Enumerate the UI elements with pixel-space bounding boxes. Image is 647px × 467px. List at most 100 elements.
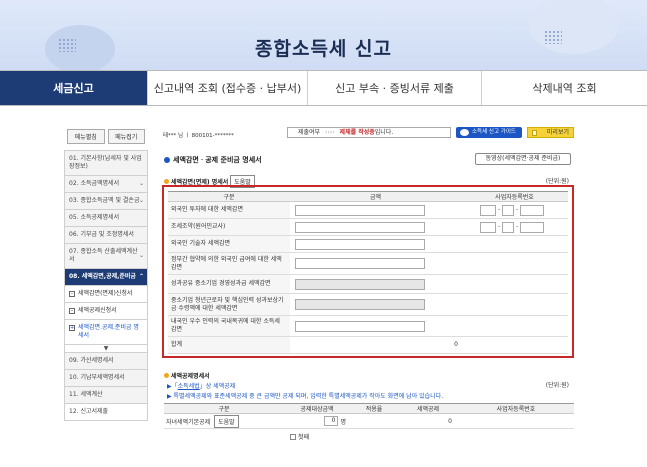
sidebar: 메뉴펼침 메뉴접기 01. 기본사항(납세자 및 사업장정보) 02. 소득금액… xyxy=(64,127,148,421)
info-bar: 테*** 님 ㅣ 800101-******* 제출여부 ›››› 제체를 작성… xyxy=(161,127,581,139)
sidebar-item-tax-reduction[interactable]: 08. 세액감면,공제,준비금 ⌃ xyxy=(64,269,148,286)
amount-input[interactable] xyxy=(295,204,425,216)
row-label: 성과공유 중소기업 경영성과급 세액감면 xyxy=(168,274,290,294)
business-number-input[interactable] xyxy=(502,221,515,233)
sidebar-item-label: 08. 세액감면,공제,준비금 xyxy=(69,273,136,280)
sidebar-item-deduction-statement[interactable]: 05. 소득공제명세서 xyxy=(64,210,148,227)
table-row: 외국인 기술자 세액감면 xyxy=(168,235,568,253)
checkbox-icon[interactable] xyxy=(290,434,296,440)
note-suffix: 」상 세액공제 xyxy=(199,383,236,390)
sidebar-item-income-statement[interactable]: 02. 소득금액명세서 ⌄ xyxy=(64,176,148,193)
note-prefix: ▶「 xyxy=(167,383,178,390)
row-label: 정부간 협약에 의한 외국인 급여에 대한 세액감면 xyxy=(168,252,290,275)
table-row: 조세조약(원어민교사) - - xyxy=(168,218,568,236)
credit-section-title-text: 세액공제명세서 xyxy=(171,373,210,380)
tab-document-submit[interactable]: 신고 부속 · 증빙서류 제출 xyxy=(308,71,482,105)
status-tail: 입니다. xyxy=(374,129,394,136)
tax-law-link[interactable]: 소득세법 xyxy=(178,383,200,390)
amount-input[interactable] xyxy=(295,221,425,233)
guide-video-label: 소득세 신고 가이드 xyxy=(472,129,516,135)
sidebar-item-label: 03. 종합소득금액 및 결손금 xyxy=(69,197,140,204)
tab-filing-history[interactable]: 신고내역 조회 (접수증 · 납부서) xyxy=(148,71,308,105)
scroll-down-arrow-icon[interactable]: ▼ xyxy=(64,345,148,352)
amount-input[interactable] xyxy=(295,238,425,250)
sidebar-item-label: 11. 세액계산 xyxy=(69,391,103,398)
plus-icon: + xyxy=(69,325,75,331)
tab-deleted-history[interactable]: 삭제내역 조회 xyxy=(482,71,647,105)
column-header: 적용율 xyxy=(365,406,383,413)
table-row: 성과공유 중소기업 경영성과급 세액감면 xyxy=(168,274,568,294)
sidebar-item-donation[interactable]: 06. 기부금 및 조정명세서 xyxy=(64,227,148,244)
section-title-text: 세액감면ㆍ공제 준비금 명세서 xyxy=(173,156,262,164)
chevron-down-icon: ⌄ xyxy=(138,180,144,187)
sidebar-item-label: 02. 소득금액명세서 xyxy=(69,180,120,187)
amount-input-disabled xyxy=(295,299,425,310)
business-number-input[interactable] xyxy=(502,204,515,216)
sidebar-item-tax-compute[interactable]: 11. 세액계산 xyxy=(64,387,148,404)
status-text: 제체를 작성중 xyxy=(339,129,375,136)
amount-input-disabled xyxy=(295,278,425,290)
business-number-field: - - xyxy=(480,221,565,233)
first-child-option[interactable]: 첫째 xyxy=(164,429,574,441)
help-button[interactable]: 도움말 xyxy=(214,414,239,428)
header-banner: 종합소득세 신고 xyxy=(0,0,647,70)
sidebar-subitem-label: 세액감면.공제.준비금 명세서 xyxy=(78,324,139,339)
row-label: 중소기업 청년근로자 및 핵심인력 성과보상기금 수령액에 대한 세액감면 xyxy=(168,293,290,316)
total-label: 합계 xyxy=(168,336,290,354)
column-header: 사업자등록번호 xyxy=(461,191,568,202)
target-amount-cell: 0 명 xyxy=(284,416,350,426)
table-row: 정부간 협약에 의한 외국인 급여에 대한 세액감면 xyxy=(168,252,568,275)
column-header: 금액 xyxy=(290,191,461,202)
chevron-down-icon: ⌄ xyxy=(138,252,144,259)
sidebar-item-label: 06. 기부금 및 조정명세서 xyxy=(69,231,134,238)
guide-video-button[interactable]: 소득세 신고 가이드 xyxy=(456,127,522,138)
amount-input[interactable] xyxy=(295,320,425,332)
main-tabs: 세금신고 신고내역 조회 (접수증 · 납부서) 신고 부속 · 증빙서류 제출… xyxy=(0,70,647,106)
unit-label: (단위:원) xyxy=(545,382,569,389)
credit-info-note: ▶ 특별세액공제와 표준세액공제 중 큰 금액만 공제 되며, 입력한 특별세액… xyxy=(167,393,444,400)
unit-text: 명 xyxy=(340,418,346,426)
unit-label: (단위:원) xyxy=(545,178,569,185)
sidebar-item-penalty[interactable]: 09. 가산세명세서 xyxy=(64,352,148,370)
column-header: 구분 xyxy=(218,406,230,413)
amount-input[interactable] xyxy=(295,258,425,269)
row-label: 자녀세액기본공제 xyxy=(166,418,211,426)
credit-value: 0 xyxy=(448,417,452,425)
row-label: 외국인 기술자 세액감면 xyxy=(168,235,290,253)
sidebar-item-prepaid[interactable]: 10. 기납부세액명세서 xyxy=(64,370,148,387)
tab-tax-filing[interactable]: 세금신고 xyxy=(0,71,148,105)
sidebar-item-basic-info[interactable]: 01. 기본사항(납세자 및 사업장정보) xyxy=(64,150,148,176)
sidebar-item-label: 12. 신고서제출 xyxy=(69,408,109,415)
preview-button[interactable]: 미리보기 xyxy=(527,127,574,138)
child-count-input[interactable]: 0 xyxy=(324,416,339,426)
row-label: 외국인 투자에 대한 세액감면 xyxy=(168,201,290,219)
reduction-table-box: 구분 금액 사업자등록번호 외국인 투자에 대한 세액감면 - - 조세조약(원 xyxy=(162,185,574,358)
sidebar-item-label: 01. 기본사항(납세자 및 사업장정보) xyxy=(69,155,142,170)
column-header: 구분 xyxy=(168,191,290,202)
menu-expand-button[interactable]: 메뉴펼침 xyxy=(67,129,105,144)
sidebar-subitem-credit-request[interactable]: – 세액공제신청서 xyxy=(64,303,148,320)
business-number-input[interactable] xyxy=(520,221,545,233)
sidebar-subitem-reduction-request[interactable]: – 세액감면(면제)신청서 xyxy=(64,286,148,303)
sidebar-subitem-reserve-statement[interactable]: + 세액감면.공제.준비금 명세서 xyxy=(64,320,148,345)
business-number-input[interactable] xyxy=(480,221,496,233)
menu-collapse-button[interactable]: 메뉴접기 xyxy=(107,129,145,144)
sidebar-item-total-income[interactable]: 03. 종합소득금액 및 결손금 ⌄ xyxy=(64,193,148,210)
credit-table-header: 구분 공제대상금액 적용율 세액공제 사업자등록번호 xyxy=(164,403,574,414)
document-icon xyxy=(532,130,537,136)
sidebar-item-submit[interactable]: 12. 신고서제출 xyxy=(64,404,148,421)
table-row: 중소기업 청년근로자 및 핵심인력 성과보상기금 수령액에 대한 세액감면 xyxy=(168,293,568,316)
column-header: 공제대상금액 xyxy=(300,406,334,413)
business-number-input[interactable] xyxy=(520,204,545,216)
table-row: 내국인 우수 인력의 국내복귀에 대한 소득세 감면 xyxy=(168,315,568,337)
table-row: 자녀세액기본공제 도움말 0 명 0 xyxy=(164,414,574,429)
bullet-icon xyxy=(164,179,169,184)
business-number-input[interactable] xyxy=(480,204,496,216)
video-guide-button[interactable]: 동영상(세액감면·공제 준비금) xyxy=(475,153,571,165)
sidebar-item-label: 10. 기납부세액명세서 xyxy=(69,374,125,381)
sidebar-item-tax-calculation[interactable]: 07. 종합소득 산출세액계산서 ⌄ xyxy=(64,244,148,269)
section-title: 세액감면ㆍ공제 준비금 명세서 xyxy=(164,155,262,165)
credit-law-note: ▶「소득세법」상 세액공제 xyxy=(167,381,235,390)
sidebar-item-label: 09. 가산세명세서 xyxy=(69,357,114,364)
chevron-up-icon: ⌃ xyxy=(138,273,144,280)
